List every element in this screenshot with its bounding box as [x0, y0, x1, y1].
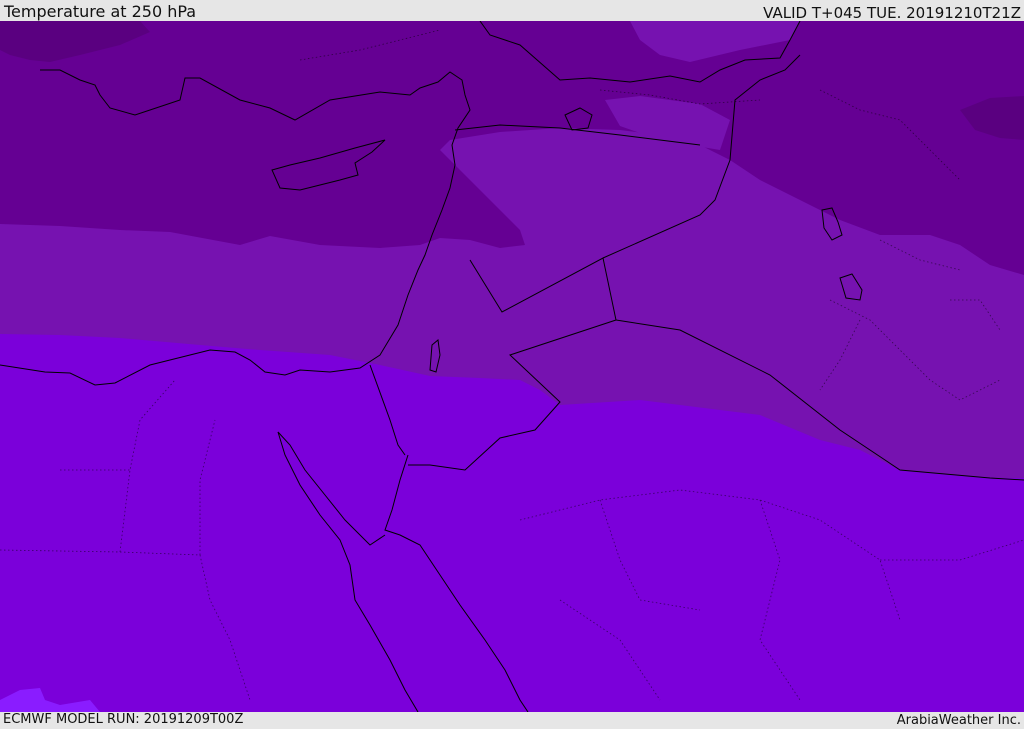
brand-label: ArabiaWeather Inc.: [896, 713, 1021, 728]
header-bar: Temperature at 250 hPa VALID T+045 TUE. …: [0, 0, 1024, 22]
model-run-label: ECMWF MODEL RUN: 20191209T00Z: [3, 712, 244, 727]
temperature-map: [0, 21, 1024, 712]
footer-bar: ECMWF MODEL RUN: 20191209T00Z ArabiaWeat…: [0, 712, 1024, 729]
map-title: Temperature at 250 hPa: [4, 2, 197, 21]
valid-time: VALID T+045 TUE. 20191210T21Z: [763, 4, 1021, 22]
